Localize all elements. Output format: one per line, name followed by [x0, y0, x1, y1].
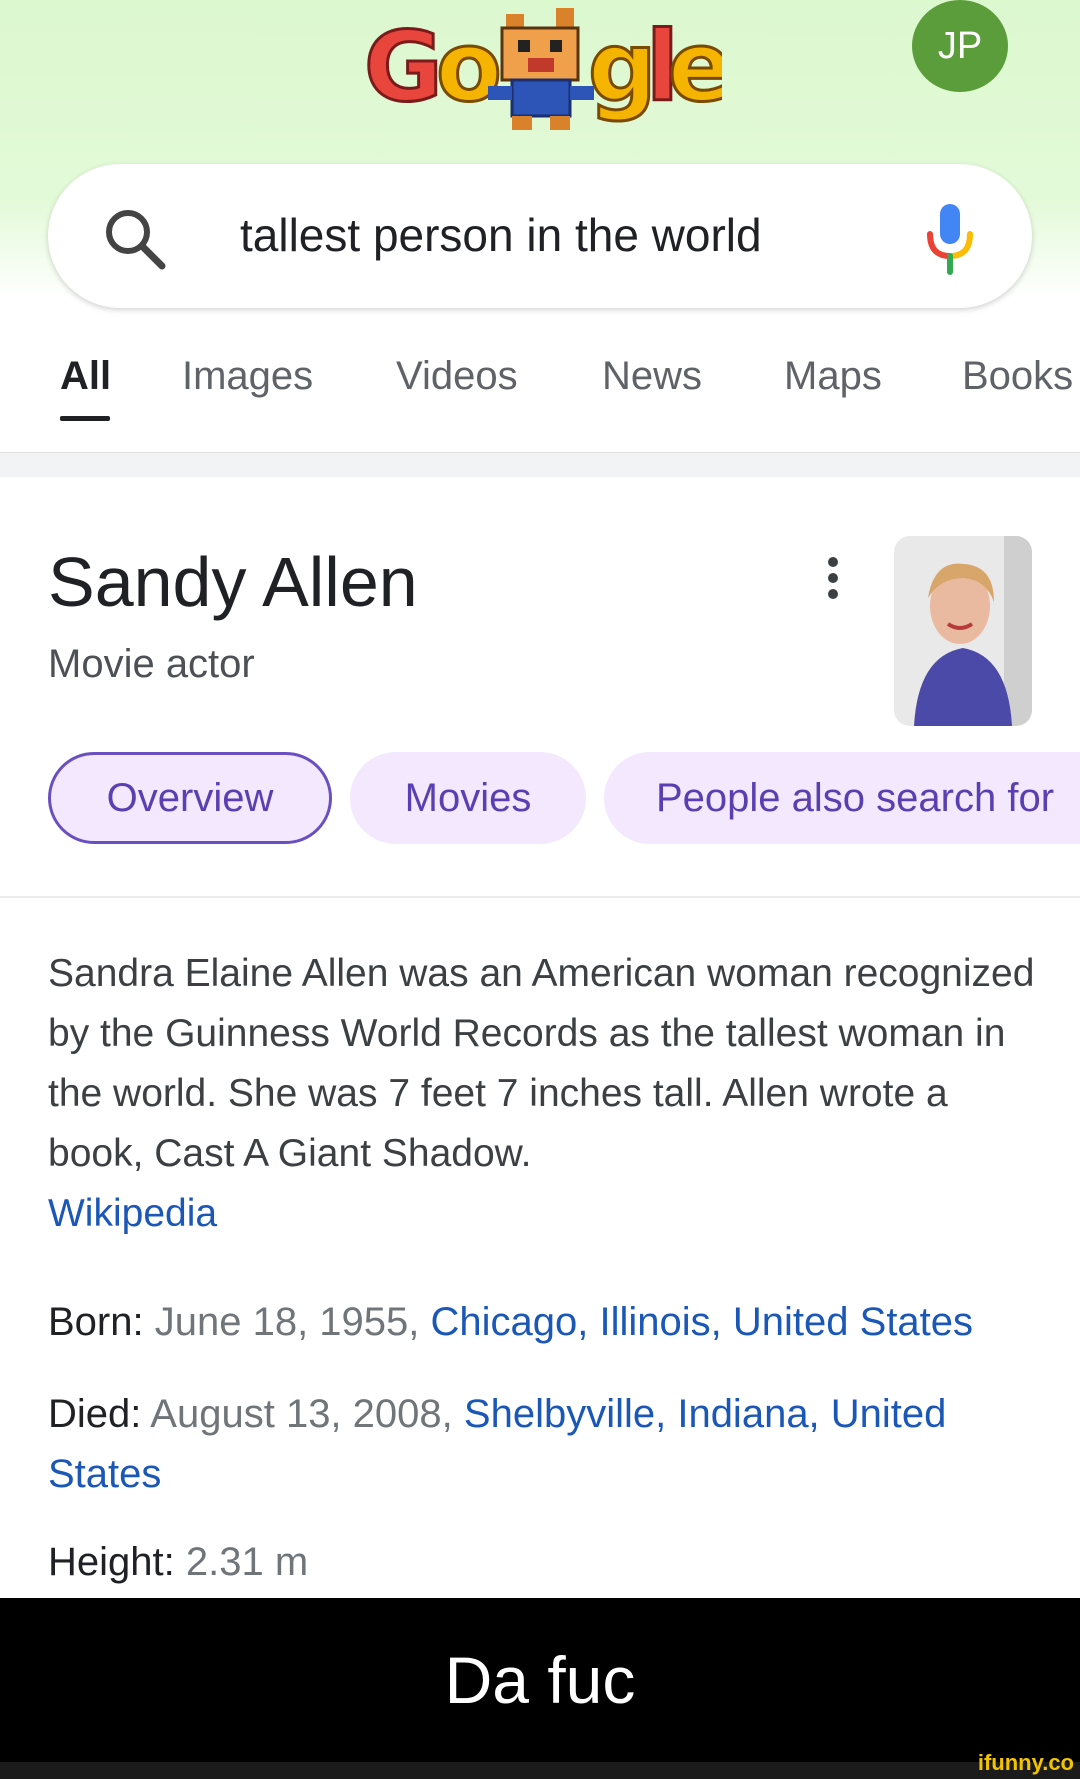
- fact-died: Died: August 13, 2008, Shelbyville, Indi…: [48, 1384, 1038, 1504]
- tab-videos[interactable]: Videos: [396, 354, 518, 399]
- search-input[interactable]: tallest person in the world: [240, 208, 762, 262]
- active-tab-indicator: [60, 416, 110, 421]
- tab-news[interactable]: News: [602, 354, 702, 399]
- born-date: June 18, 1955,: [154, 1300, 420, 1344]
- meme-caption: Da fuc: [0, 1598, 1080, 1762]
- born-place-link[interactable]: Chicago, Illinois, United States: [431, 1300, 974, 1344]
- chip-overview[interactable]: Overview: [48, 752, 332, 844]
- more-options-icon[interactable]: [818, 556, 848, 600]
- svg-text:G: G: [364, 11, 443, 123]
- account-avatar[interactable]: JP: [912, 0, 1008, 92]
- account-initials: JP: [937, 24, 983, 67]
- tab-all[interactable]: All: [60, 354, 111, 399]
- search-icon[interactable]: [100, 204, 170, 274]
- tab-maps[interactable]: Maps: [784, 354, 882, 399]
- tab-books[interactable]: Books: [962, 354, 1073, 399]
- height-value: 2.31 m: [185, 1540, 309, 1584]
- search-tabs: All Images Videos News Maps Books: [0, 340, 1080, 450]
- google-doodle-logo[interactable]: G o g l e: [362, 0, 722, 140]
- chip-people-also-search-for[interactable]: People also search for: [604, 752, 1080, 844]
- tab-images[interactable]: Images: [182, 354, 313, 399]
- height-label: Height:: [48, 1540, 175, 1584]
- chip-movies[interactable]: Movies: [350, 752, 586, 844]
- chips-divider: [0, 896, 1080, 898]
- description-text: Sandra Elaine Allen was an American woma…: [48, 952, 1035, 1175]
- entity-description: Sandra Elaine Allen was an American woma…: [48, 944, 1038, 1244]
- ifunny-watermark: ifunny.co: [977, 1750, 1074, 1775]
- born-label: Born:: [48, 1300, 144, 1344]
- entity-type: Movie actor: [48, 642, 255, 686]
- wikipedia-link[interactable]: Wikipedia: [48, 1192, 217, 1235]
- entity-photo[interactable]: [894, 536, 1032, 726]
- fact-height: Height: 2.31 m: [48, 1532, 1038, 1592]
- section-divider: [0, 452, 1080, 477]
- died-date: August 13, 2008,: [150, 1392, 453, 1436]
- entity-name: Sandy Allen: [48, 543, 418, 621]
- microphone-icon[interactable]: [920, 200, 980, 276]
- caption-text: Da fuc: [444, 1643, 636, 1717]
- svg-text:e: e: [668, 11, 722, 123]
- fact-born: Born: June 18, 1955, Chicago, Illinois, …: [48, 1292, 1038, 1352]
- died-label: Died:: [48, 1392, 142, 1436]
- search-bar[interactable]: tallest person in the world: [48, 164, 1032, 308]
- svg-text:o: o: [436, 11, 502, 123]
- bottom-strip: [0, 1762, 1080, 1779]
